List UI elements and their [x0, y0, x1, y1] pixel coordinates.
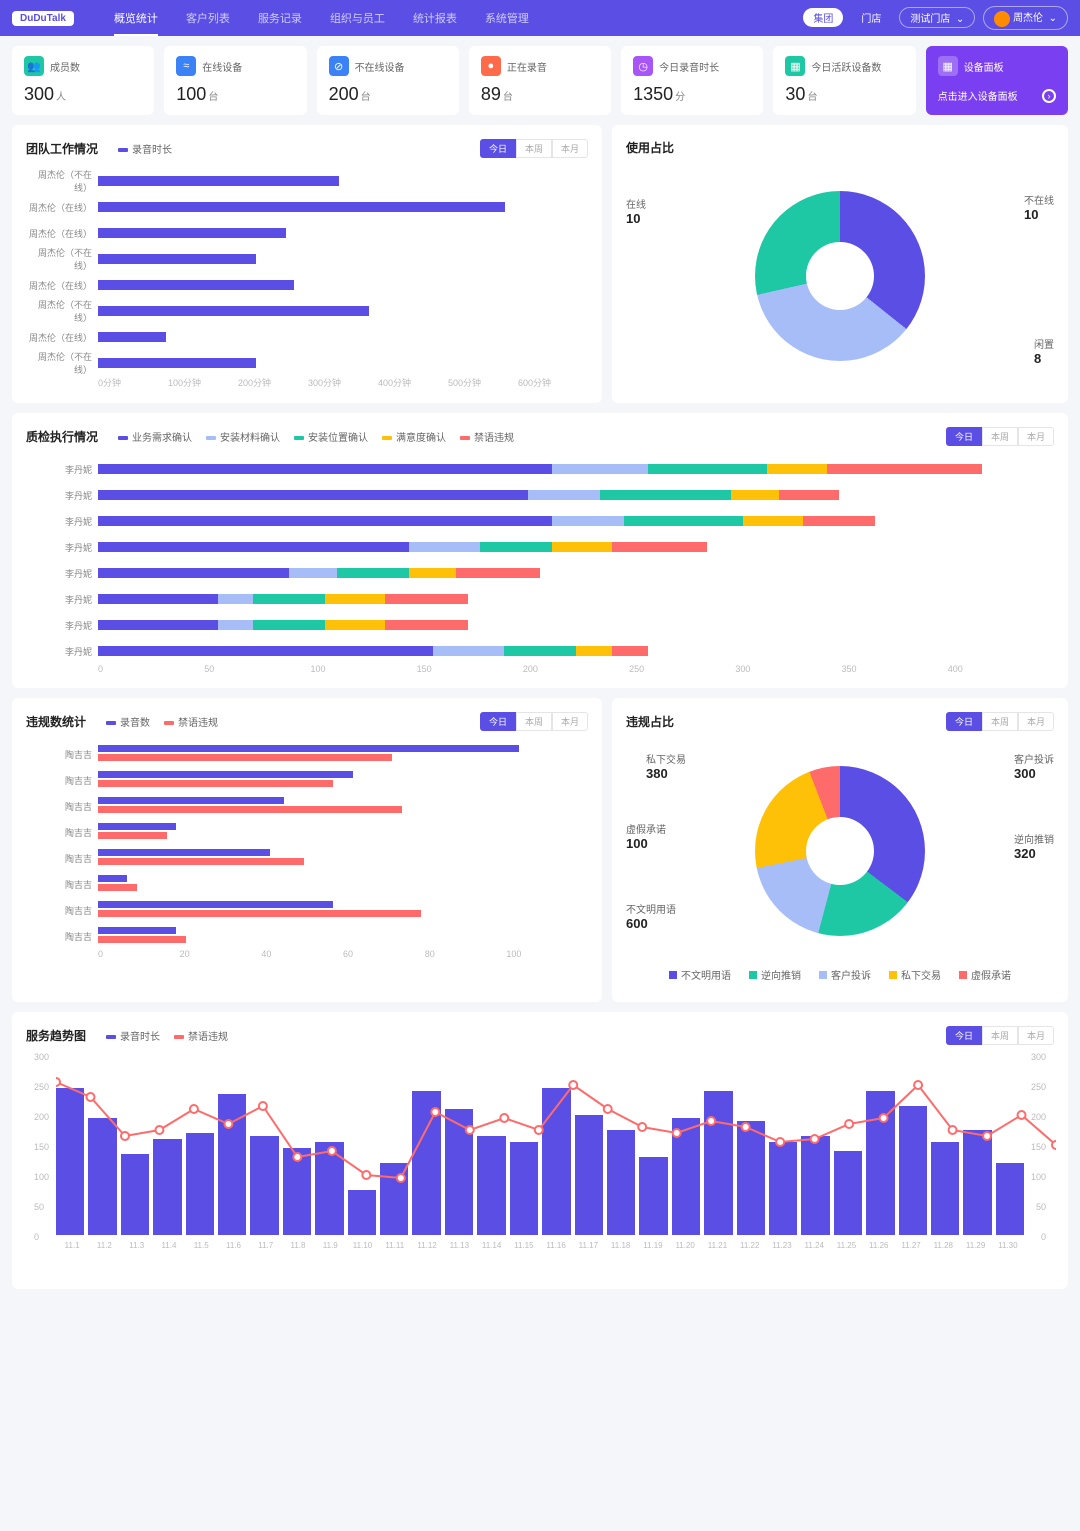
nav-4[interactable]: 统计报表 — [413, 10, 457, 26]
chart: 周杰伦（不在线）周杰伦（在线）周杰伦（在线）周杰伦（不在线）周杰伦（在线）周杰伦… — [26, 168, 588, 389]
stat-card[interactable]: ▦设备面板点击进入设备面板› — [926, 46, 1068, 115]
card-team: 团队工作情况 录音时长 今日本周本月 周杰伦（不在线）周杰伦（在线）周杰伦（在线… — [12, 125, 602, 403]
stat-card: ▦今日活跃设备数30台 — [773, 46, 915, 115]
stat-card: ⊘不在线设备200台 — [317, 46, 459, 115]
pill-test-store[interactable]: 测试门店 ⌄ — [899, 7, 975, 28]
stat-card: 👥成员数300人 — [12, 46, 154, 115]
avatar — [994, 11, 1010, 27]
nav-3[interactable]: 组织与员工 — [330, 10, 385, 26]
card-viol-count: 违规数统计 录音数禁语违规 今日本周本月 陶吉吉陶吉吉陶吉吉陶吉吉陶吉吉陶吉吉陶… — [12, 698, 602, 1002]
nav-0[interactable]: 概览统计 — [114, 10, 158, 36]
stat-card: ●正在录音89台 — [469, 46, 611, 115]
main-nav: 概览统计客户列表服务记录组织与员工统计报表系统管理 — [114, 10, 529, 26]
card-qc: 质检执行情况 业务需求确认安装材料确认安装位置确认满意度确认禁语违规 今日本周本… — [12, 413, 1068, 688]
stat-card: ◷今日录音时长1350分 — [621, 46, 763, 115]
chart: 陶吉吉陶吉吉陶吉吉陶吉吉陶吉吉陶吉吉陶吉吉陶吉吉020406080100 — [26, 741, 588, 959]
logo: DuDuTalk — [12, 11, 74, 26]
chart: 李丹妮李丹妮李丹妮李丹妮李丹妮李丹妮李丹妮李丹妮0501001502002503… — [26, 456, 1054, 674]
card-trend: 服务趋势图 录音时长禁语违规 今日本周本月 005050100100150150… — [12, 1012, 1068, 1289]
topbar: DuDuTalk 概览统计 客户列表 服务记录 组织与员工 统计报表 系统管理 集团 门店… — [0, 0, 1080, 36]
user-menu[interactable]: 周杰伦 ⌄ — [983, 6, 1068, 29]
nav-2[interactable]: 服务记录 — [258, 10, 302, 26]
donut: 在线10不在线10闲置8 — [626, 166, 1054, 386]
card-viol-ratio: 违规占比 今日本周本月 不文明用语600虚假承诺100私下交易380客户投诉30… — [612, 698, 1068, 1002]
chart: 00505010010015015020020025025030030011.1… — [26, 1055, 1054, 1275]
donut: 不文明用语600虚假承诺100私下交易380客户投诉300逆向推销320 — [626, 741, 1054, 961]
stat-card: ≈在线设备100台 — [164, 46, 306, 115]
title: 团队工作情况 — [26, 140, 98, 157]
tabs[interactable]: 今日本周本月 — [480, 139, 588, 158]
pill-group[interactable]: 集团 — [803, 8, 843, 27]
stat-row: 👥成员数300人≈在线设备100台⊘不在线设备200台●正在录音89台◷今日录音… — [0, 36, 1080, 125]
nav-5[interactable]: 系统管理 — [485, 10, 529, 26]
pill-store[interactable]: 门店 — [851, 8, 891, 27]
card-usage: 使用占比 在线10不在线10闲置8 — [612, 125, 1068, 403]
nav-1[interactable]: 客户列表 — [186, 10, 230, 26]
legend: 录音时长 — [118, 141, 172, 156]
